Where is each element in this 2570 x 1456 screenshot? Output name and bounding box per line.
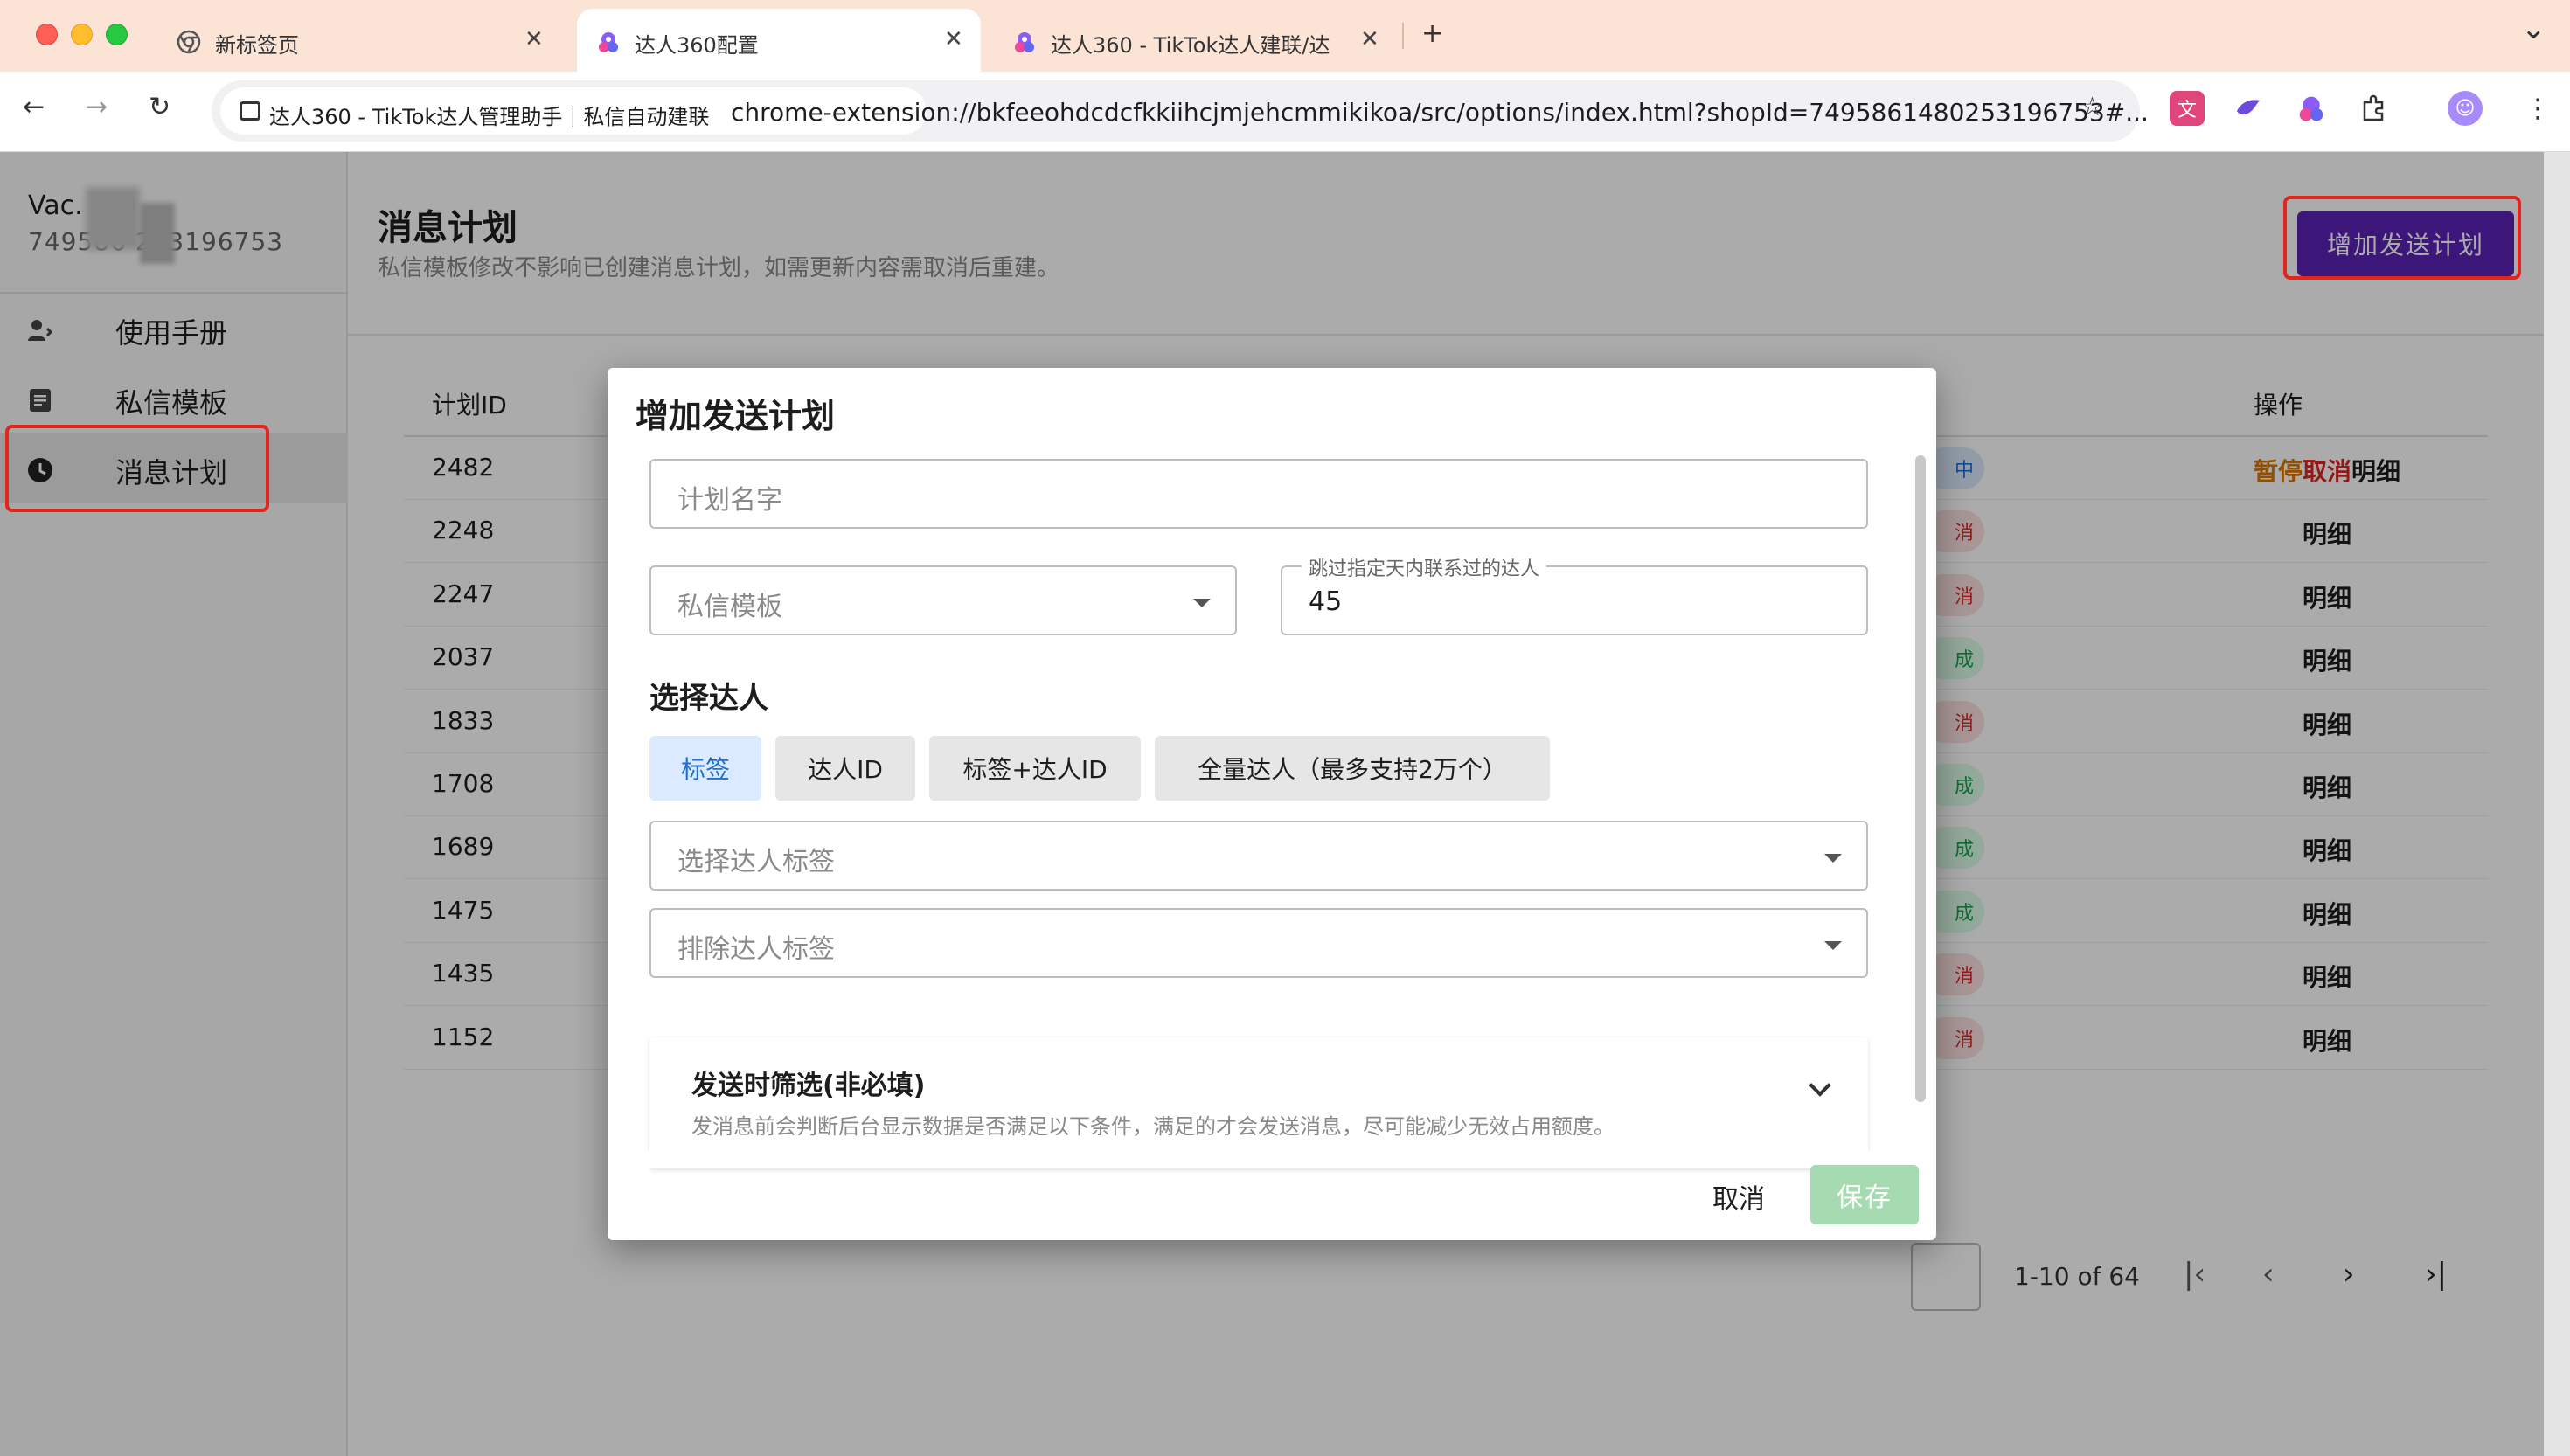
include-tags-placeholder: 选择达人标签 [677,847,835,877]
cancel-button[interactable]: 取消 [1712,1177,1765,1216]
close-icon[interactable]: ✕ [944,26,963,52]
filter-description: 发消息前会判断后台显示数据是否满足以下条件，满足的才会发送消息，尽可能减少无效占… [691,1114,1615,1139]
reload-icon[interactable]: ↻ [149,94,170,121]
tab-new-tab[interactable]: 新标签页 ✕ [157,9,568,72]
skip-days-input[interactable]: 跳过指定天内联系过的达人 45 [1281,553,1868,635]
site-chip-label: 达人360 - TikTok达人管理助手｜私信自动建联 [269,105,710,129]
window-close-button[interactable] [36,24,58,45]
tab-label: 达人360 - TikTok达人建联/达人 [1051,33,1330,58]
profile-avatar-icon[interactable]: ☺ [2448,91,2483,126]
template-placeholder: 私信模板 [677,592,782,622]
bookmark-star-icon[interactable]: ☆ [2080,94,2104,121]
tab-separator [1402,23,1404,49]
back-icon[interactable]: ← [23,94,45,121]
dialog-actions-divider [608,1151,1936,1168]
daren-extension-icon[interactable] [2294,91,2329,126]
chevron-down-icon [1824,854,1842,863]
translate-extension-icon[interactable]: 文 [2170,91,2205,126]
tab-label: 达人360配置 [635,33,759,58]
highlight-box [5,425,269,512]
tab-daren-tiktok[interactable]: 达人360 - TikTok达人建联/达人 ✕ [993,9,1404,72]
select-creators-heading: 选择达人 [649,681,768,716]
template-select[interactable]: 私信模板 [649,565,1237,635]
bird-extension-icon[interactable] [2231,91,2266,126]
plan-name-placeholder: 计划名字 [677,485,782,516]
chrome-menu-icon[interactable]: ⋮ [2525,96,2551,122]
extension-page-icon [240,101,260,121]
dialog-scrollbar[interactable] [1915,455,1926,1102]
tab-label: 新标签页 [215,33,299,58]
address-bar[interactable]: 达人360 - TikTok达人管理助手｜私信自动建联 chrome-exten… [212,80,2149,142]
mode-creator-id-button[interactable]: 达人ID [775,736,915,801]
highlight-box [2283,196,2521,280]
forward-icon[interactable]: → [86,94,108,121]
tab-daren-config[interactable]: 达人360配置 ✕ [577,9,981,72]
skip-days-label: 跳过指定天内联系过的达人 [1302,553,1547,581]
daren-logo-icon [599,32,618,52]
chevron-down-icon [1824,941,1842,950]
save-button[interactable]: 保存 [1810,1165,1919,1224]
expand-chevron-icon[interactable] [1809,1074,1831,1097]
new-tab-icon[interactable]: + [1421,21,1443,47]
window-zoom-button[interactable] [106,24,128,45]
chevron-down-icon [1193,599,1211,607]
browser-tab-bar: 新标签页 ✕ 达人360配置 ✕ 达人360 - TikTok达人建联/达人 ✕… [0,0,2570,72]
mode-all-creators-button[interactable]: 全量达人（最多支持2万个） [1155,736,1550,801]
exclude-tags-select[interactable]: 排除达人标签 [649,908,1868,978]
filter-title: 发送时筛选(非必填) [691,1071,926,1101]
include-tags-select[interactable]: 选择达人标签 [649,821,1868,891]
window-minimize-button[interactable] [71,24,93,45]
page-scrollbar[interactable] [2544,152,2570,1456]
exclude-tags-placeholder: 排除达人标签 [677,934,835,965]
chrome-icon [177,30,201,54]
close-icon[interactable]: ✕ [1360,26,1379,52]
mode-tag-and-id-button[interactable]: 标签+达人ID [929,736,1141,801]
daren-logo-icon [1015,32,1034,52]
plan-name-input[interactable]: 计划名字 [649,459,1868,529]
dialog-title: 增加发送计划 [636,397,836,435]
puzzle-extensions-icon[interactable] [2357,91,2392,126]
browser-toolbar: ← → ↻ 达人360 - TikTok达人管理助手｜私信自动建联 chrome… [0,72,2570,152]
close-icon[interactable]: ✕ [524,26,544,52]
skip-days-value: 45 [1309,586,1343,617]
mode-tag-button[interactable]: 标签 [649,736,761,801]
tab-search-icon[interactable]: ⌄ [2521,14,2546,44]
url-text[interactable]: chrome-extension://bkfeeohdcdcfkkiihcjmj… [731,98,2269,127]
send-filter-accordion[interactable]: 发送时筛选(非必填) 发消息前会判断后台显示数据是否满足以下条件，满足的才会发送… [649,1037,1868,1168]
add-plan-dialog: 增加发送计划 计划名字 私信模板 跳过指定天内联系过的达人 45 选择达人 标签… [608,368,1936,1240]
